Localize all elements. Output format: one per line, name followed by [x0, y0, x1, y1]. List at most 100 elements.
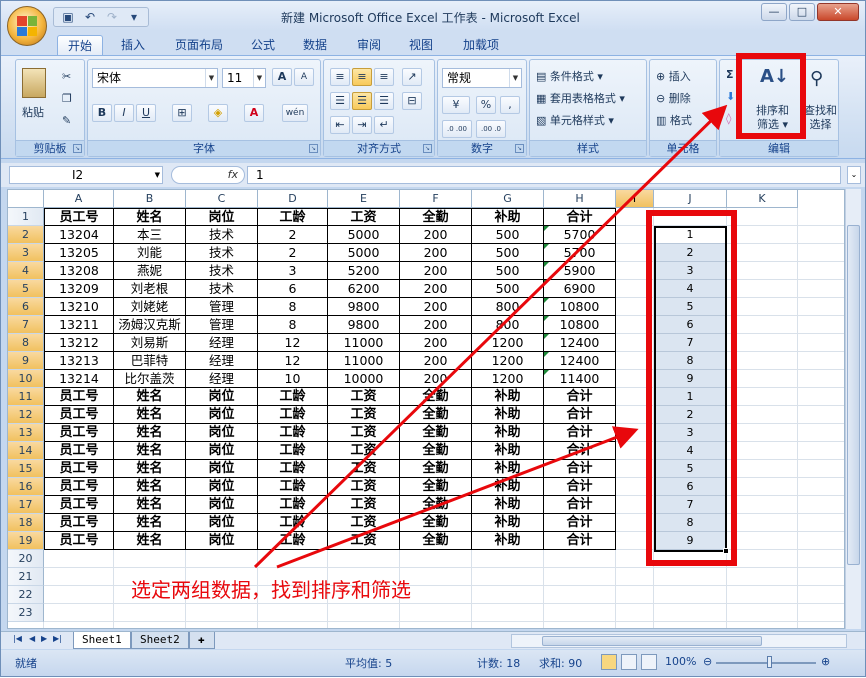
- table-cell[interactable]: 5700: [544, 226, 616, 244]
- table-cell[interactable]: 员工号: [44, 514, 114, 532]
- table-cell[interactable]: 200: [400, 316, 472, 334]
- table-cell[interactable]: 姓名: [114, 514, 186, 532]
- tab-insert[interactable]: 插入: [111, 35, 155, 55]
- select-all-corner[interactable]: [8, 190, 44, 208]
- table-cell[interactable]: 员工号: [44, 406, 114, 424]
- table-cell[interactable]: 1200: [472, 370, 544, 388]
- table-cell[interactable]: 姓名: [114, 478, 186, 496]
- table-cell[interactable]: 姓名: [114, 442, 186, 460]
- column-header-e[interactable]: E: [328, 190, 400, 208]
- next-sheet-icon[interactable]: ▶: [41, 634, 47, 643]
- redo-icon[interactable]: ↷: [104, 9, 120, 25]
- decrease-decimal-button[interactable]: .00 .0: [476, 120, 506, 138]
- fill-icon[interactable]: ⬇: [726, 90, 735, 103]
- table-cell[interactable]: 3: [258, 262, 328, 280]
- table-cell[interactable]: 5000: [328, 244, 400, 262]
- office-button[interactable]: [7, 6, 47, 46]
- table-cell[interactable]: 13210: [44, 298, 114, 316]
- table-cell[interactable]: 工资: [328, 514, 400, 532]
- cell-styles-button[interactable]: ▧ 单元格样式 ▾: [536, 112, 614, 128]
- row-header[interactable]: 18: [8, 514, 44, 532]
- vertical-scrollbar[interactable]: [845, 189, 861, 629]
- row-header[interactable]: 23: [8, 604, 44, 622]
- table-cell[interactable]: 9800: [328, 298, 400, 316]
- table-cell[interactable]: 岗位: [186, 532, 258, 550]
- table-cell[interactable]: 200: [400, 352, 472, 370]
- row-header[interactable]: 20: [8, 550, 44, 568]
- table-cell[interactable]: 6900: [544, 280, 616, 298]
- customize-qat-icon[interactable]: ▾: [126, 9, 142, 25]
- table-cell[interactable]: 全勤: [400, 388, 472, 406]
- row-header[interactable]: 21: [8, 568, 44, 586]
- table-cell[interactable]: 姓名: [114, 406, 186, 424]
- column-header-g[interactable]: G: [472, 190, 544, 208]
- table-cell[interactable]: 比尔盖茨: [114, 370, 186, 388]
- tab-data[interactable]: 数据: [293, 35, 337, 55]
- table-cell[interactable]: 工龄: [258, 532, 328, 550]
- table-cell[interactable]: 8: [258, 298, 328, 316]
- zoom-level[interactable]: 100%: [665, 655, 696, 668]
- prev-sheet-icon[interactable]: ◀: [29, 634, 35, 643]
- table-cell[interactable]: 13208: [44, 262, 114, 280]
- row-header[interactable]: 13: [8, 424, 44, 442]
- table-cell[interactable]: 10000: [328, 370, 400, 388]
- italic-button[interactable]: I: [114, 104, 134, 122]
- chevron-down-icon[interactable]: ▼: [253, 69, 265, 87]
- page-break-view-icon[interactable]: [641, 654, 657, 670]
- table-cell[interactable]: 工资: [328, 208, 400, 226]
- table-cell[interactable]: 500: [472, 244, 544, 262]
- table-cell[interactable]: 工龄: [258, 388, 328, 406]
- table-cell[interactable]: 500: [472, 280, 544, 298]
- table-cell[interactable]: 姓名: [114, 532, 186, 550]
- table-cell[interactable]: 800: [472, 298, 544, 316]
- table-cell[interactable]: 补助: [472, 532, 544, 550]
- align-bottom-icon[interactable]: ≡: [374, 68, 394, 86]
- align-right-icon[interactable]: ☰: [374, 92, 394, 110]
- table-cell[interactable]: 工龄: [258, 406, 328, 424]
- zoom-slider[interactable]: [716, 662, 816, 664]
- table-cell[interactable]: 姓名: [114, 460, 186, 478]
- table-cell[interactable]: 10: [258, 370, 328, 388]
- row-header[interactable]: 22: [8, 586, 44, 604]
- table-cell[interactable]: 姓名: [114, 424, 186, 442]
- first-sheet-icon[interactable]: |◀: [13, 634, 22, 643]
- table-cell[interactable]: 工资: [328, 532, 400, 550]
- alignment-launcher-icon[interactable]: ↘: [423, 144, 432, 153]
- table-cell[interactable]: 员工号: [44, 460, 114, 478]
- column-header-f[interactable]: F: [400, 190, 472, 208]
- maximize-button[interactable]: □: [789, 3, 815, 21]
- normal-view-icon[interactable]: [601, 654, 617, 670]
- align-center-icon[interactable]: ☰: [352, 92, 372, 110]
- chevron-down-icon[interactable]: ▼: [509, 69, 521, 87]
- row-header[interactable]: 6: [8, 298, 44, 316]
- table-cell[interactable]: 200: [400, 244, 472, 262]
- tab-formulas[interactable]: 公式: [241, 35, 285, 55]
- row-header[interactable]: 4: [8, 262, 44, 280]
- row-header[interactable]: 8: [8, 334, 44, 352]
- table-cell[interactable]: 刘老根: [114, 280, 186, 298]
- tab-home[interactable]: 开始: [57, 35, 104, 55]
- table-cell[interactable]: 燕妮: [114, 262, 186, 280]
- decrease-indent-icon[interactable]: ⇤: [330, 116, 350, 134]
- table-cell[interactable]: 补助: [472, 514, 544, 532]
- tab-addins[interactable]: 加载项: [453, 35, 509, 55]
- table-cell[interactable]: 姓名: [114, 388, 186, 406]
- insert-cells-button[interactable]: ⊕ 插入: [656, 68, 691, 84]
- last-sheet-icon[interactable]: ▶|: [53, 634, 62, 643]
- save-icon[interactable]: ▣: [60, 9, 76, 25]
- row-header[interactable]: 5: [8, 280, 44, 298]
- zoom-slider-handle[interactable]: [767, 656, 772, 668]
- table-cell[interactable]: 13212: [44, 334, 114, 352]
- table-cell[interactable]: 10800: [544, 298, 616, 316]
- close-button[interactable]: ✕: [817, 3, 859, 21]
- column-header-i[interactable]: I: [616, 190, 654, 208]
- table-cell[interactable]: 全勤: [400, 478, 472, 496]
- table-cell[interactable]: 刘能: [114, 244, 186, 262]
- table-cell[interactable]: 员工号: [44, 532, 114, 550]
- table-cell[interactable]: 12400: [544, 334, 616, 352]
- table-cell[interactable]: 工龄: [258, 442, 328, 460]
- conditional-format-button[interactable]: ▤ 条件格式 ▾: [536, 68, 603, 84]
- find-select-button[interactable]: 查找和 选择: [804, 104, 837, 132]
- clear-icon[interactable]: ◊: [726, 112, 731, 125]
- phonetic-button[interactable]: wén: [282, 104, 308, 122]
